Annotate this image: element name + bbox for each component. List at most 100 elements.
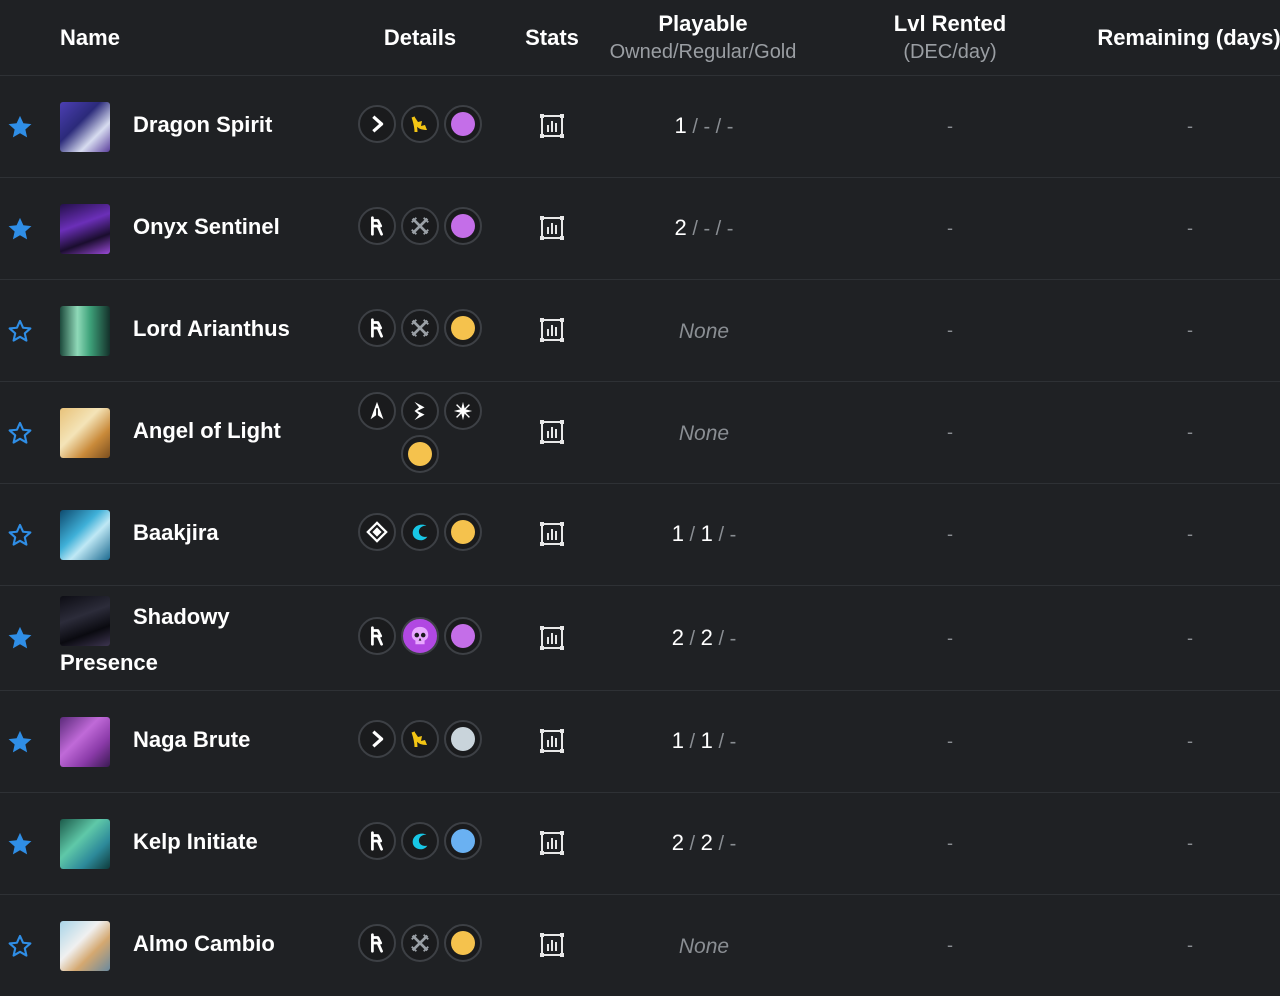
card-details — [358, 392, 482, 473]
card-name[interactable]: Baakjira — [133, 520, 219, 546]
table-row: Kelp Initiate 2 / 2 / - - - — [0, 793, 1280, 895]
sparkle-icon — [444, 392, 482, 430]
favorite-star-outline-icon[interactable] — [6, 419, 34, 447]
lightning-icon — [401, 392, 439, 430]
diamond-cross-icon — [358, 513, 396, 551]
crossed-swords-icon — [401, 207, 439, 245]
card-details — [358, 513, 482, 551]
dragon-spirit-thumbnail[interactable] — [60, 102, 110, 152]
playable-counts: 2 / 2 / - — [671, 625, 737, 650]
onyx-sentinel-thumbnail[interactable] — [60, 204, 110, 254]
lvl-rented-value: - — [947, 218, 953, 238]
column-header-lvl-rented[interactable]: Lvl Rented (DEC/day) — [880, 0, 1020, 76]
crossed-swords-icon — [401, 924, 439, 962]
remaining-days-value: - — [1187, 731, 1193, 751]
gold-rarity-icon — [444, 924, 482, 962]
blue-rarity-icon — [444, 822, 482, 860]
table-row: Shadowy Presence 2 / 2 / - - - — [0, 586, 1280, 691]
gold-rarity-icon — [401, 435, 439, 473]
card-name[interactable]: Naga Brute — [133, 727, 250, 753]
column-header-playable[interactable]: Playable Owned/Regular/Gold — [594, 0, 812, 76]
playable-counts: None — [678, 422, 730, 445]
playable-counts: 1 / - / - — [674, 113, 734, 138]
naga-brute-thumbnail[interactable] — [60, 717, 110, 767]
lvl-rented-value: - — [947, 935, 953, 955]
playable-counts: 2 / - / - — [674, 215, 734, 240]
runner-icon — [358, 617, 396, 655]
card-name[interactable]: Onyx Sentinel — [133, 214, 280, 240]
chevron-right-icon — [358, 720, 396, 758]
table-row: Naga Brute 1 / 1 / - - - — [0, 691, 1280, 793]
arrow-up-icon — [358, 392, 396, 430]
playable-counts: 1 / 1 / - — [671, 521, 737, 546]
table-row: Lord Arianthus None - - — [0, 280, 1280, 382]
card-name[interactable]: Almo Cambio — [133, 931, 275, 957]
stats-chart-icon[interactable] — [538, 316, 566, 344]
gold-rarity-icon — [444, 309, 482, 347]
table-row: Angel of Light None - - — [0, 382, 1280, 484]
stats-chart-icon[interactable] — [538, 624, 566, 652]
stats-chart-icon[interactable] — [538, 214, 566, 242]
crossed-swords-icon — [401, 309, 439, 347]
favorite-star-filled-icon[interactable] — [6, 728, 34, 756]
card-name[interactable]: Kelp Initiate — [133, 829, 258, 855]
table-row: Onyx Sentinel 2 / - / - - - — [0, 178, 1280, 280]
favorite-star-filled-icon[interactable] — [6, 830, 34, 858]
gold-rarity-icon — [444, 513, 482, 551]
wave-icon — [401, 822, 439, 860]
remaining-days-value: - — [1187, 422, 1193, 442]
remaining-days-value: - — [1187, 935, 1193, 955]
stats-chart-icon[interactable] — [538, 418, 566, 446]
table-header: Name Details Stats Playable Owned/Regula… — [0, 0, 1280, 76]
column-header-details: Details — [383, 25, 457, 50]
card-details — [358, 617, 482, 655]
stats-chart-icon[interactable] — [538, 520, 566, 548]
remaining-days-value: - — [1187, 833, 1193, 853]
remaining-days-value: - — [1187, 116, 1193, 136]
column-header-name[interactable]: Name — [40, 0, 140, 76]
stats-chart-icon[interactable] — [538, 829, 566, 857]
favorite-star-outline-icon[interactable] — [6, 932, 34, 960]
stats-chart-icon[interactable] — [538, 931, 566, 959]
kelp-initiate-thumbnail[interactable] — [60, 819, 110, 869]
lord-arianthus-thumbnail[interactable] — [60, 306, 110, 356]
lvl-rented-value: - — [947, 422, 953, 442]
table-row: Baakjira 1 / 1 / - - - — [0, 484, 1280, 586]
card-name[interactable]: Angel of Light — [133, 418, 281, 444]
table-row: Dragon Spirit 1 / - / - - - — [0, 76, 1280, 178]
card-name[interactable]: Shadowy Presence — [60, 594, 230, 686]
playable-counts: None — [678, 935, 730, 958]
runner-icon — [358, 309, 396, 347]
card-name[interactable]: Dragon Spirit — [133, 112, 272, 138]
purple-rarity-icon — [444, 207, 482, 245]
favorite-star-filled-icon[interactable] — [6, 113, 34, 141]
runner-icon — [358, 924, 396, 962]
column-header-stats: Stats — [525, 25, 579, 50]
card-details — [358, 924, 482, 962]
stats-chart-icon[interactable] — [538, 727, 566, 755]
favorite-star-filled-icon[interactable] — [6, 624, 34, 652]
angel-of-light-thumbnail[interactable] — [60, 408, 110, 458]
stats-chart-icon[interactable] — [538, 112, 566, 140]
almo-cambio-thumbnail[interactable] — [60, 921, 110, 971]
chevron-right-icon — [358, 105, 396, 143]
card-name[interactable]: Lord Arianthus — [133, 316, 290, 342]
yellow-ability-icon — [401, 720, 439, 758]
lvl-rented-value: - — [947, 320, 953, 340]
lvl-rented-value: - — [947, 116, 953, 136]
favorite-star-outline-icon[interactable] — [6, 521, 34, 549]
column-header-remaining[interactable]: Remaining (days) — [1097, 0, 1280, 76]
lvl-rented-value: - — [947, 628, 953, 648]
lvl-rented-value: - — [947, 524, 953, 544]
playable-counts: 2 / 2 / - — [671, 830, 737, 855]
runner-icon — [358, 822, 396, 860]
baakjira-thumbnail[interactable] — [60, 510, 110, 560]
favorite-star-filled-icon[interactable] — [6, 215, 34, 243]
remaining-days-value: - — [1187, 320, 1193, 340]
table-row: Almo Cambio None - - — [0, 895, 1280, 996]
card-details — [358, 822, 482, 860]
card-details — [358, 105, 482, 143]
favorite-star-outline-icon[interactable] — [6, 317, 34, 345]
silver-rarity-icon — [444, 720, 482, 758]
purple-rarity-icon — [444, 617, 482, 655]
